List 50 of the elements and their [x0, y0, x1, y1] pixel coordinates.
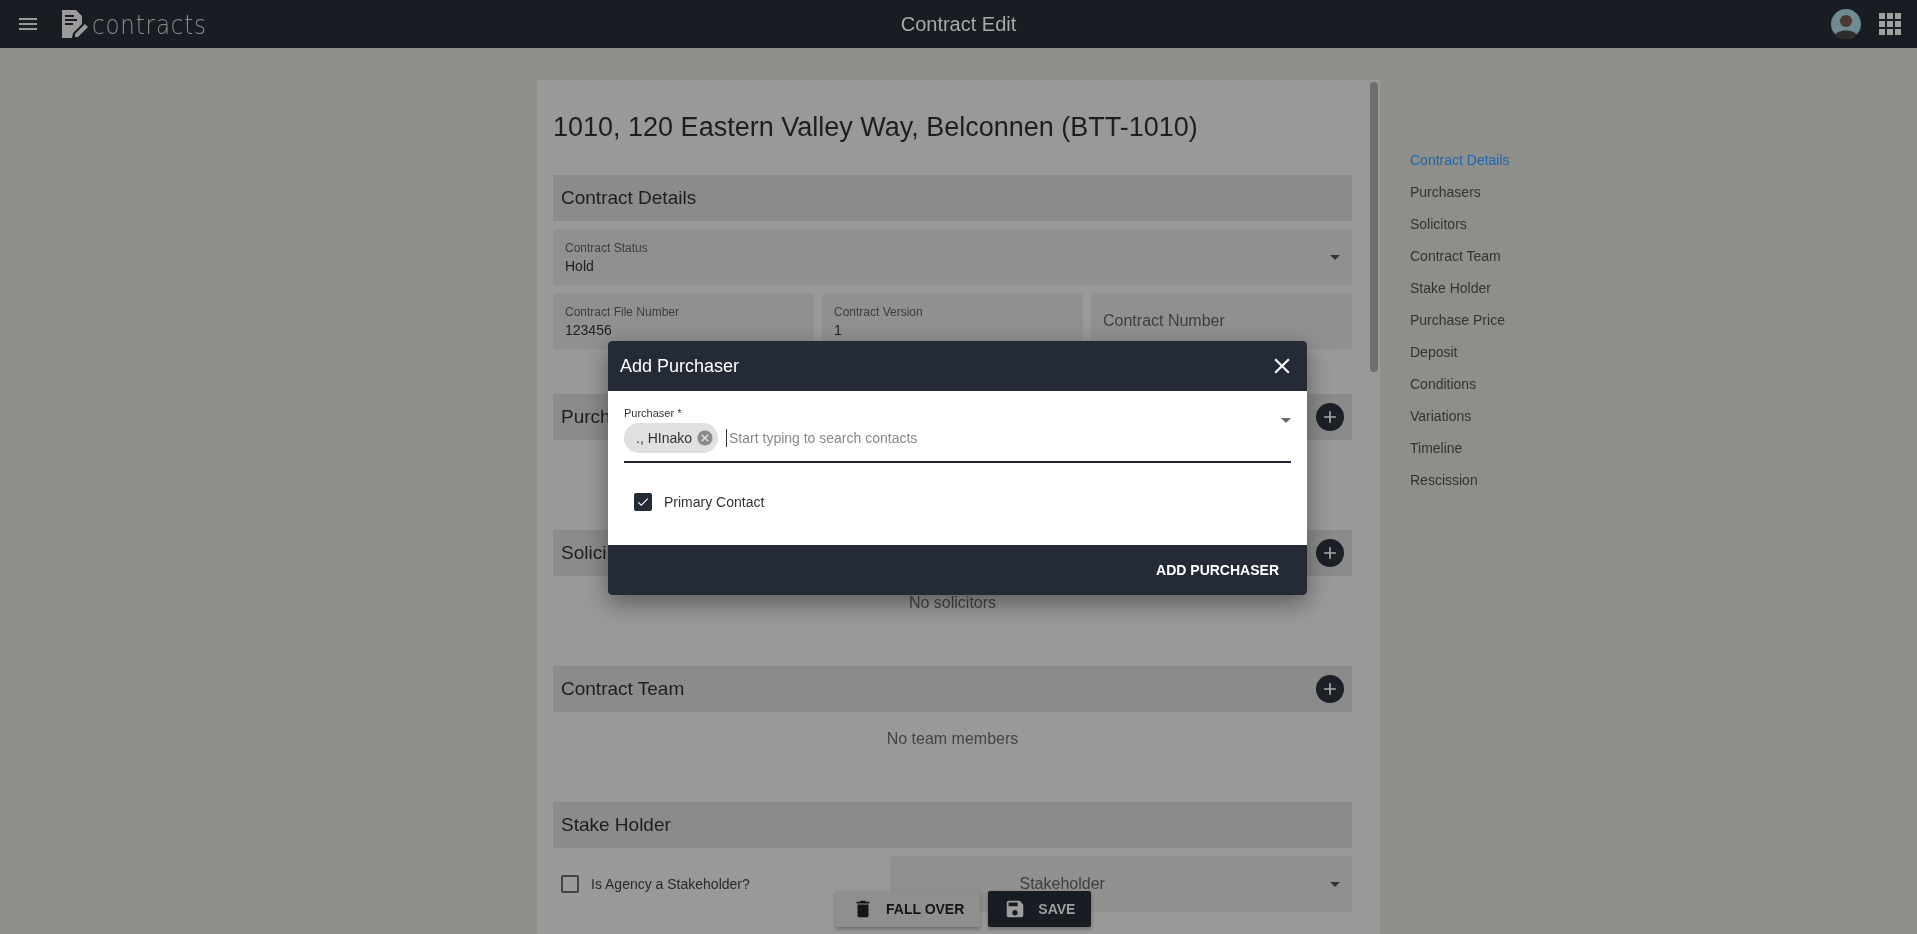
avatar-icon[interactable] [1831, 9, 1861, 39]
dialog-title: Add Purchaser [620, 355, 740, 377]
field-label: Contract Status [565, 240, 648, 255]
section-title: Contract Details [561, 187, 697, 209]
field-value: 1 [834, 321, 842, 338]
nav-link[interactable]: Solicitors [1410, 208, 1467, 240]
section-title: Stake Holder [561, 814, 671, 836]
scrollbar-thumb[interactable] [1370, 82, 1378, 372]
checkbox-label: Is Agency a Stakeholder? [591, 876, 750, 892]
nav-link[interactable]: Conditions [1410, 368, 1477, 400]
add-button[interactable] [1316, 675, 1344, 703]
logo-text: contracts [92, 8, 207, 40]
add-button[interactable] [1316, 403, 1344, 431]
remove-icon[interactable] [696, 429, 715, 447]
dropdown-arrow-icon [1281, 418, 1291, 423]
checkbox[interactable] [634, 493, 652, 511]
nav-link[interactable]: Purchasers [1410, 176, 1481, 208]
field-placeholder: Stakeholder [1019, 875, 1105, 893]
section-title: Solici [561, 542, 607, 564]
add-button[interactable] [1316, 539, 1344, 567]
field-value: Hold [565, 257, 594, 274]
field-label: Contract File Number [565, 304, 680, 319]
section-title: Contract Team [561, 678, 685, 700]
nav-link[interactable]: Purchase Price [1410, 304, 1505, 336]
apps-grid-icon[interactable] [1879, 13, 1901, 35]
empty-message: No team members [886, 730, 1019, 748]
nav-link[interactable]: Contract Team [1410, 240, 1501, 272]
nav-link[interactable]: Timeline [1410, 432, 1463, 464]
field-placeholder: Contract Number [1103, 312, 1225, 330]
delete-button[interactable]: FALL OVER [836, 891, 981, 927]
add-purchaser-button[interactable]: ADD PURCHASER [1148, 554, 1287, 586]
save-button[interactable]: SAVE [988, 891, 1092, 927]
checkbox-label: Primary Contact [664, 494, 765, 510]
field-label: Purchaser * [624, 407, 682, 419]
dropdown-arrow-icon [1330, 254, 1340, 260]
checkbox[interactable] [561, 875, 579, 893]
contact-chip[interactable]: ., HInako [624, 423, 719, 453]
purchaser-field[interactable]: Purchaser * ., HInako Start typing to search contacts [624, 407, 1291, 463]
empty-message: No solicitors [908, 594, 997, 612]
nav-link[interactable]: Rescission [1410, 464, 1478, 496]
dropdown-arrow-icon [1330, 881, 1340, 887]
field-value: 123456 [565, 321, 612, 338]
select-field[interactable]: Contract Status Hold [553, 229, 1352, 285]
nav-link[interactable]: Deposit [1410, 336, 1458, 368]
page-title: Contract Edit [900, 12, 1017, 36]
nav-link[interactable]: Stake Holder [1410, 272, 1491, 304]
field-label: Contract Version [834, 304, 923, 319]
nav-link[interactable]: Variations [1410, 400, 1472, 432]
contract-title: 1010, 120 Eastern Valley Way, Belconnen (BTT-1010) [553, 112, 1199, 143]
document-pencil-icon [62, 10, 88, 38]
